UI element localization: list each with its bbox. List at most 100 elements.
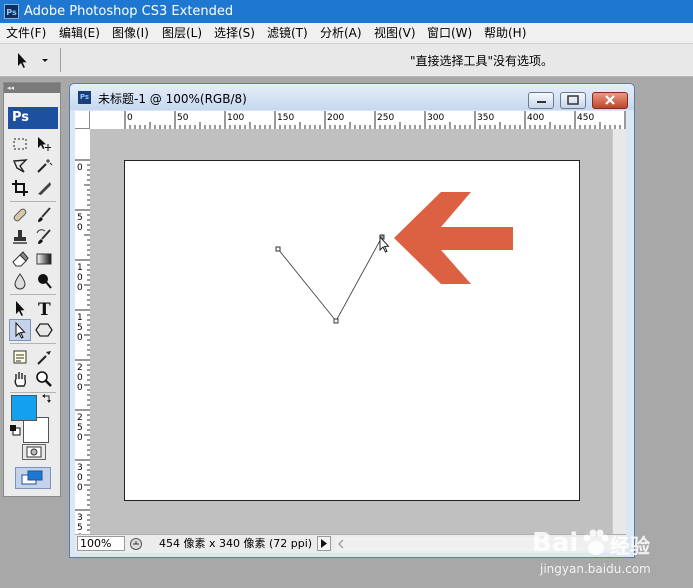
document-title: 未标题-1 @ 100%(RGB/8) [98, 92, 247, 106]
history-brush-tool[interactable] [33, 226, 55, 248]
eraser-icon [12, 251, 29, 267]
menu-select[interactable]: 选择(S) [214, 25, 255, 41]
crop-tool[interactable] [9, 177, 31, 199]
slice-tool[interactable] [33, 177, 55, 199]
eraser-tool[interactable] [9, 248, 31, 270]
bandage-icon [13, 208, 27, 222]
canvas-area[interactable] [90, 129, 612, 534]
dodge-tool[interactable] [33, 270, 55, 292]
document-title-bar[interactable]: Ps 未标题-1 @ 100%(RGB/8) [70, 84, 634, 110]
status-menu-button[interactable] [317, 536, 331, 551]
toolbox-divider [10, 201, 56, 202]
ruler-label: 100 [227, 113, 245, 123]
foreground-color-swatch[interactable] [11, 395, 37, 421]
document-size-info: 454 像素 x 340 像素 (72 ppi) [159, 537, 313, 550]
type-tool[interactable]: T [33, 297, 55, 319]
maximize-icon [567, 95, 579, 105]
menu-view[interactable]: 视图(V) [374, 25, 416, 41]
tool-preset-picker[interactable] [6, 49, 54, 71]
move-tool[interactable] [33, 133, 55, 155]
watermark-url: jingyan.baidu.com [540, 562, 651, 576]
menu-filter[interactable]: 滤镜(T) [267, 25, 308, 41]
ruler-label: 0 [127, 113, 133, 123]
svg-text:T: T [38, 300, 51, 317]
ruler-label: 0 [77, 163, 83, 173]
ruler-corner[interactable] [75, 111, 90, 129]
ruler-ticks [124, 111, 626, 129]
eyedropper-tool[interactable] [33, 346, 55, 368]
slice-icon [38, 182, 51, 195]
zoom-tool[interactable] [33, 368, 55, 390]
brush-icon [38, 207, 51, 222]
type-icon: T [38, 300, 51, 317]
path-overlay [275, 192, 513, 324]
path-selection-icon [16, 301, 25, 316]
menu-file[interactable]: 文件(F) [6, 25, 46, 41]
blur-tool[interactable] [9, 270, 31, 292]
ruler-label: 50 [77, 213, 83, 233]
watermark-brand: Bai [532, 528, 579, 558]
ruler-label: 200 [327, 113, 345, 123]
anchor-point[interactable] [333, 318, 339, 324]
ruler-label: 150 [77, 313, 83, 343]
hand-icon [14, 372, 27, 387]
swap-colors-icon[interactable] [41, 393, 53, 408]
ruler-label: 250 [377, 113, 395, 123]
lasso-tool[interactable] [9, 155, 31, 177]
menu-image[interactable]: 图像(I) [112, 25, 149, 41]
direct-selection-tool[interactable] [9, 319, 31, 341]
ruler-label: 400 [527, 113, 545, 123]
notes-icon [13, 350, 27, 364]
menu-layer[interactable]: 图层(L) [162, 25, 202, 41]
screen-mode-icon [21, 470, 43, 485]
brush-tool[interactable] [33, 204, 55, 226]
menu-analysis[interactable]: 分析(A) [320, 25, 362, 41]
screen-mode-button[interactable] [15, 467, 51, 489]
ruler-label: 50 [177, 113, 189, 123]
path-selection-tool[interactable] [9, 297, 31, 319]
toolbox-collapse-handle[interactable]: ◂◂ [4, 83, 60, 93]
lasso-icon [12, 159, 28, 173]
quick-mask-button[interactable] [22, 444, 46, 460]
vertical-ruler[interactable]: 0 50 100 150 200 250 300 350 [75, 129, 91, 534]
stamp-icon [13, 230, 27, 244]
direct-selection-arrow-icon [18, 53, 48, 68]
ruler-label: 300 [77, 463, 83, 493]
history-brush-icon [36, 229, 51, 244]
status-options-icon[interactable] [129, 537, 143, 554]
hexagon-icon [35, 323, 53, 337]
marquee-tool[interactable] [9, 133, 31, 155]
default-colors-icon[interactable] [9, 424, 21, 439]
options-divider [60, 48, 61, 72]
hand-tool[interactable] [9, 368, 31, 390]
scroll-left-icon[interactable] [335, 537, 347, 551]
clone-stamp-tool[interactable] [9, 226, 31, 248]
ruler-label: 350 [477, 113, 495, 123]
maximize-button[interactable] [560, 92, 586, 109]
document-ps-icon: Ps [78, 91, 91, 104]
photoshop-app-icon: Ps [4, 4, 19, 19]
vertical-scrollbar[interactable] [612, 129, 626, 534]
menu-edit[interactable]: 编辑(E) [59, 25, 100, 41]
annotation-arrow-icon [394, 192, 513, 284]
dodge-icon [38, 274, 52, 289]
notes-tool[interactable] [9, 346, 31, 368]
work-path[interactable] [277, 236, 383, 322]
quick-mask-icon [26, 446, 42, 458]
menu-help[interactable]: 帮助(H) [484, 25, 526, 41]
magic-wand-icon [37, 159, 53, 173]
anchor-point[interactable] [275, 246, 281, 252]
zoom-field[interactable]: 100% [77, 536, 125, 551]
gradient-tool[interactable] [33, 248, 55, 270]
magic-wand-tool[interactable] [33, 155, 55, 177]
healing-brush-tool[interactable] [9, 204, 31, 226]
toolbox-logo: Ps [8, 107, 58, 129]
eyedropper-icon [37, 351, 51, 365]
menu-window[interactable]: 窗口(W) [427, 25, 472, 41]
minimize-button[interactable] [528, 92, 554, 109]
title-bar: Ps Adobe Photoshop CS3 Extended [0, 0, 693, 23]
close-button[interactable] [592, 92, 628, 109]
horizontal-ruler[interactable]: 0 50 100 150 200 250 300 350 400 450 [90, 111, 626, 130]
shape-tool[interactable] [33, 319, 55, 341]
triangle-right-icon [321, 539, 327, 548]
